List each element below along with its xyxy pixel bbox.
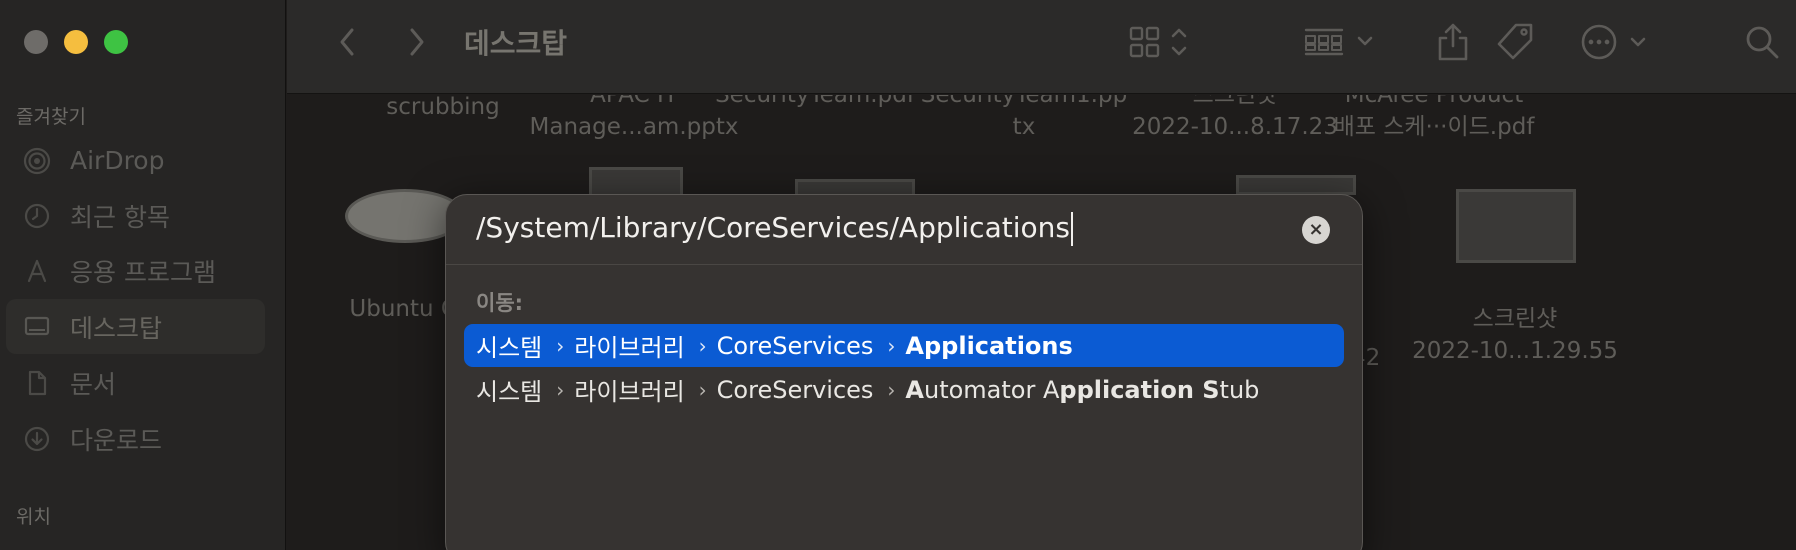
minimize-window-button[interactable]: [64, 30, 88, 54]
file-item[interactable]: 스크린샷 2022-10...1.29.55: [1395, 303, 1635, 367]
group-by-button[interactable]: [1304, 20, 1380, 64]
chevron-right-icon: [410, 28, 424, 56]
airdrop-icon: [22, 146, 52, 176]
file-item[interactable]: McAfee Product 배포 스케···이드.pdf: [1314, 95, 1554, 143]
clock-icon: [22, 201, 52, 231]
group-icon: [1304, 28, 1373, 56]
chevron-right-icon: ›: [556, 333, 565, 358]
sidebar-item-label: 다운로드: [70, 425, 163, 455]
sidebar-item-label: 최근 항목: [70, 202, 170, 232]
file-name: SecurityTeam.pdf: [715, 95, 915, 108]
search-icon: [1746, 26, 1779, 59]
text-caret: [1070, 212, 1073, 246]
path-field-row: /System/Library/CoreServices/Application…: [446, 195, 1362, 265]
path-suggestion-item[interactable]: 시스템 › 라이브러리 › CoreServices › Application…: [464, 324, 1344, 367]
sidebar-item-label: AirDrop: [70, 146, 165, 175]
chevron-right-icon: ›: [887, 333, 896, 358]
clear-path-button[interactable]: ×: [1302, 216, 1330, 244]
share-button[interactable]: [1433, 20, 1473, 64]
go-to-folder-dialog: /System/Library/CoreServices/Application…: [445, 194, 1363, 550]
path-segment-text: tub: [1219, 375, 1260, 404]
path-segment: 시스템: [476, 334, 543, 362]
sidebar-item-label: 문서: [70, 369, 117, 399]
tag-icon: [1497, 23, 1533, 60]
file-name: Manage...am.pptx: [529, 114, 739, 140]
sidebar-item-applications[interactable]: 응용 프로그램: [6, 243, 265, 298]
file-item[interactable]: SecurityTeam.pdf: [695, 95, 935, 111]
path-input[interactable]: /System/Library/CoreServices/Application…: [476, 211, 1286, 251]
file-name: 배포 스케···이드.pdf: [1333, 114, 1535, 140]
path-segment: 라이브러리: [574, 378, 685, 406]
favorites-header: 즐겨찾기: [16, 106, 86, 128]
path-segment: 시스템: [476, 378, 543, 406]
file-name: 스크린샷: [1472, 306, 1558, 332]
applications-icon: [22, 256, 52, 286]
share-icon: [1438, 23, 1468, 61]
ellipsis-circle-icon: [1581, 24, 1646, 60]
path-segment-match: A: [905, 375, 924, 404]
document-icon: [22, 368, 52, 398]
tags-button[interactable]: [1493, 20, 1537, 64]
path-segment: CoreServices: [716, 375, 874, 404]
window-controls: [24, 30, 128, 54]
path-segment: CoreServices: [716, 331, 874, 360]
toolbar: 데스크탑: [287, 0, 1796, 94]
view-mode-button[interactable]: [1129, 20, 1199, 64]
download-icon: [22, 424, 52, 454]
file-thumbnail[interactable]: [1236, 175, 1356, 195]
forward-button[interactable]: [399, 20, 435, 64]
sidebar-item-airdrop[interactable]: AirDrop: [6, 133, 265, 188]
file-name: tx: [1012, 114, 1036, 140]
file-name: SecurityTeam1.pp: [920, 95, 1128, 108]
sidebar-item-label: 응용 프로그램: [70, 257, 216, 287]
path-input-value: /System/Library/CoreServices/Application…: [476, 211, 1070, 244]
file-thumbnail[interactable]: [1456, 189, 1576, 263]
chevron-left-icon: [340, 28, 354, 56]
close-window-button[interactable]: [24, 30, 48, 54]
path-segment: 라이브러리: [574, 334, 685, 362]
chevron-right-icon: ›: [698, 377, 707, 402]
desktop-icon: [22, 312, 52, 342]
sidebar-item-recents[interactable]: 최근 항목: [6, 188, 265, 243]
sidebar: 즐겨찾기 AirDrop 최근 항목 응용 프로그램 데스크탑 문서 다운로드 …: [0, 0, 286, 550]
sidebar-item-label: 데스크탑: [70, 313, 163, 343]
more-actions-button[interactable]: [1579, 20, 1655, 64]
grid-view-icon: [1129, 26, 1187, 58]
path-segment-text: utomator A: [923, 375, 1060, 404]
file-thumbnail[interactable]: [589, 167, 683, 197]
zoom-window-button[interactable]: [104, 30, 128, 54]
file-name: 2022-10...1.29.55: [1412, 338, 1618, 364]
path-segment-match: Applications: [905, 331, 1073, 360]
chevron-right-icon: ›: [887, 377, 896, 402]
chevron-right-icon: ›: [556, 377, 565, 402]
window-title: 데스크탑: [464, 27, 568, 60]
locations-header: 위치: [16, 506, 51, 528]
path-segment-match: pplication S: [1059, 375, 1220, 404]
back-button[interactable]: [329, 20, 365, 64]
search-button[interactable]: [1742, 20, 1782, 64]
sidebar-item-documents[interactable]: 문서: [6, 355, 265, 410]
file-name: McAfee Product: [1344, 95, 1524, 108]
path-suggestion-item[interactable]: 시스템 › 라이브러리 › CoreServices › Automator A…: [464, 368, 1344, 411]
go-section-label: 이동:: [476, 291, 524, 315]
file-item[interactable]: SecurityTeam1.pp tx: [904, 95, 1144, 143]
sidebar-item-downloads[interactable]: 다운로드: [6, 411, 265, 466]
close-icon: ×: [1308, 219, 1324, 240]
chevron-right-icon: ›: [698, 333, 707, 358]
sidebar-item-desktop[interactable]: 데스크탑: [6, 299, 265, 354]
